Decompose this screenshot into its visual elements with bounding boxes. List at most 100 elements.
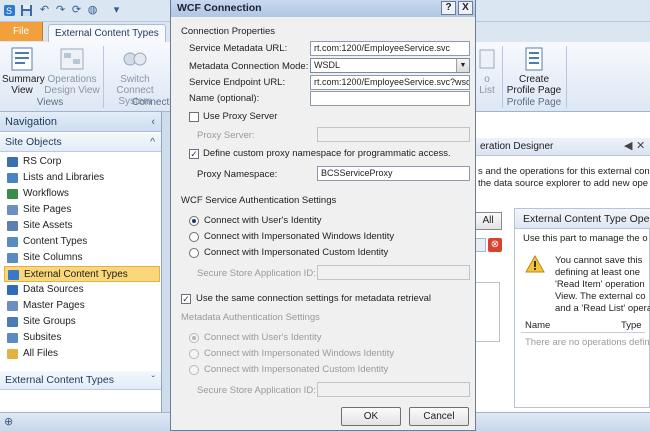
all-button[interactable]: All <box>474 212 502 230</box>
sidebar-item[interactable]: Site Columns <box>4 250 160 266</box>
warning-text-line5: and a 'Read List' opera <box>555 303 650 314</box>
redo-icon[interactable]: ↷ <box>54 4 67 17</box>
navigation-pane: Navigation ‹ Site Objects ^ RS Corp Lists… <box>0 112 162 412</box>
auth-radio-impersonated-windows[interactable] <box>189 232 199 242</box>
navigation-header: Navigation ‹ <box>0 112 161 132</box>
sidebar-item[interactable]: Subsites <box>4 330 160 346</box>
designer-description-line2: the data source explorer to add new ope <box>478 178 649 189</box>
metadata-auth-radio-impersonated-windows[interactable] <box>189 349 199 359</box>
name-optional-input[interactable] <box>310 91 470 106</box>
sidebar-item[interactable]: RS Corp <box>4 154 160 170</box>
sidebar-item-label: All Files <box>23 348 59 359</box>
close-button[interactable]: X <box>458 1 473 15</box>
sidebar-item-label: Workflows <box>23 188 69 199</box>
summary-view-label: Summary View <box>2 74 45 96</box>
data-source-list <box>474 282 500 342</box>
save-icon[interactable] <box>20 4 33 17</box>
proxy-server-input[interactable] <box>317 127 470 142</box>
site-object-icon <box>7 237 18 247</box>
operations-design-view-label: Operations Design View <box>44 74 100 96</box>
same-connection-settings-checkbox[interactable]: ✓ <box>181 294 191 304</box>
sidebar-item-label: Site Columns <box>23 252 83 263</box>
file-tab[interactable]: File <box>0 22 43 41</box>
sidebar-item-label: Content Types <box>23 236 88 247</box>
site-object-icon <box>7 221 18 231</box>
table-col-type[interactable]: Type <box>621 320 642 332</box>
to-list-button[interactable]: o List <box>476 46 498 96</box>
collapse-nav-icon[interactable]: ‹ <box>151 112 155 132</box>
site-object-icon <box>7 349 18 359</box>
metadata-auth-option-user-identity: Connect with User's Identity <box>204 332 322 343</box>
qat-customize-icon[interactable]: ▾ <box>110 4 123 17</box>
site-objects-header[interactable]: Site Objects ^ <box>0 133 161 152</box>
define-custom-proxy-namespace-checkbox[interactable]: ✓ <box>189 149 199 159</box>
sidebar-item-label: Site Groups <box>23 316 76 327</box>
sidebar-item[interactable]: Site Pages <box>4 202 160 218</box>
sidebar-item[interactable]: Content Types <box>4 234 160 250</box>
service-metadata-url-input[interactable]: rt.com:1200/EmployeeService.svc <box>310 41 470 56</box>
use-proxy-server-checkbox[interactable] <box>189 112 199 122</box>
chevron-down-icon[interactable]: ▼ <box>456 59 469 72</box>
operations-design-view-icon <box>60 48 84 70</box>
auth-radio-user-identity[interactable] <box>189 216 199 226</box>
sidebar-item[interactable]: Master Pages <box>4 298 160 314</box>
proxy-server-label: Proxy Server: <box>197 130 255 141</box>
sidebar-item-label: Master Pages <box>23 300 85 311</box>
site-object-icon <box>7 317 18 327</box>
sidebar-item[interactable]: Site Groups <box>4 314 160 330</box>
sidebar-item-label: Subsites <box>23 332 62 343</box>
app-logo-icon: S <box>3 4 16 17</box>
ribbon-group-views: Views <box>36 97 64 108</box>
auth-radio-impersonated-custom[interactable] <box>189 248 199 258</box>
navigation-header-label: Navigation <box>5 116 57 128</box>
warning-text-line4: View. The external co <box>555 291 646 302</box>
warning-text-line1: You cannot save this <box>555 255 643 266</box>
expand-section-icon[interactable]: ˇ <box>152 371 156 390</box>
help-button[interactable]: ? <box>441 1 456 15</box>
metadata-auth-radio-impersonated-custom[interactable] <box>189 365 199 375</box>
sidebar-item[interactable]: Lists and Libraries <box>4 170 160 186</box>
dialog-title-bar: WCF Connection ? X <box>171 0 475 17</box>
create-profile-page-button[interactable]: Create Profile Page <box>506 46 562 96</box>
refresh-icon[interactable]: ⟳ <box>70 4 83 17</box>
wcf-connection-dialog: WCF Connection ? X Connection Properties… <box>170 0 476 431</box>
summary-view-button[interactable]: Summary View <box>2 46 45 96</box>
delete-icon[interactable]: ⊗ <box>488 238 502 252</box>
designer-description-line1: s and the operations for this external c… <box>478 166 650 177</box>
operations-table-empty: There are no operations defin <box>525 337 650 348</box>
ok-button[interactable]: OK <box>341 407 401 426</box>
warning-icon <box>525 255 545 273</box>
dialog-title: WCF Connection <box>177 2 262 14</box>
metadata-secure-store-app-id-input[interactable] <box>317 382 470 397</box>
site-object-icon <box>7 333 18 343</box>
status-icon: ⊕ <box>4 416 14 428</box>
pin-icon[interactable]: ^ <box>150 133 155 152</box>
secure-store-app-id-input[interactable] <box>317 265 470 280</box>
table-col-name[interactable]: Name <box>525 320 550 332</box>
external-content-types-section-header[interactable]: External Content Types ˇ <box>0 371 161 390</box>
designer-back-icon[interactable]: ◀ <box>624 139 632 152</box>
same-connection-settings-label: Use the same connection settings for met… <box>196 293 431 304</box>
browse-icon[interactable]: ◍ <box>86 4 99 17</box>
sidebar-item[interactable]: Data Sources <box>4 282 160 298</box>
sidebar-item-label: Site Assets <box>23 220 73 231</box>
summary-view-icon <box>11 47 33 71</box>
sidebar-item[interactable]: All Files <box>4 346 160 362</box>
ribbon-separator <box>502 46 503 108</box>
tab-external-content-types[interactable]: External Content Types <box>48 24 166 42</box>
operations-design-view-button[interactable]: Operations Design View <box>44 46 100 96</box>
metadata-auth-radio-user-identity[interactable] <box>189 333 199 343</box>
metadata-connection-mode-select[interactable]: WSDL ▼ <box>310 58 470 73</box>
proxy-namespace-input[interactable]: BCSServiceProxy <box>317 166 470 181</box>
sidebar-item[interactable]: Workflows <box>4 186 160 202</box>
site-object-icon <box>8 270 19 280</box>
sidebar-item[interactable]: Site Assets <box>4 218 160 234</box>
cancel-button[interactable]: Cancel <box>409 407 469 426</box>
service-endpoint-url-input[interactable]: rt.com:1200/EmployeeService.svc?wsdl <box>310 75 470 90</box>
ribbon-separator <box>566 46 567 108</box>
create-profile-page-icon <box>525 47 543 71</box>
sidebar-item[interactable]: External Content Types <box>4 266 160 282</box>
metadata-secure-store-app-id-label: Secure Store Application ID: <box>197 385 316 396</box>
undo-icon[interactable]: ↶ <box>38 4 51 17</box>
designer-close-icon[interactable]: ✕ <box>636 139 645 152</box>
